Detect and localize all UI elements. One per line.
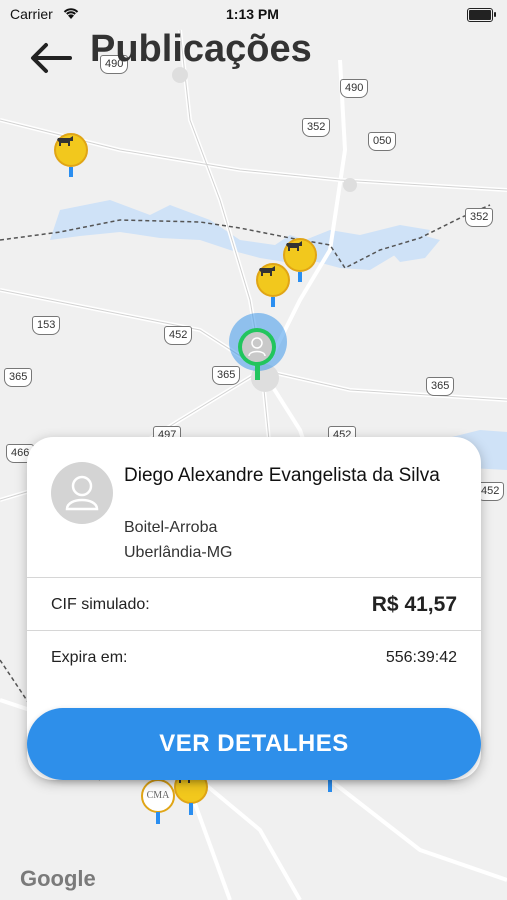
pin-stem [298, 272, 302, 282]
pin-stem [271, 297, 275, 307]
google-attribution: Google [20, 866, 96, 891]
avatar [51, 462, 113, 524]
user-avatar-icon [242, 332, 272, 362]
selected-user-pin[interactable] [238, 328, 276, 366]
pin-stem [255, 364, 260, 380]
view-details-button[interactable]: VER DETALHES [27, 708, 481, 780]
publication-location: Uberlândia-MG [124, 544, 233, 561]
cow-icon [286, 241, 302, 251]
road-shield: 365 [426, 377, 455, 396]
cow-icon [57, 136, 73, 146]
expire-label: Expira em: [51, 649, 128, 666]
pin-stem [189, 803, 193, 815]
cma-pin[interactable]: CMA [141, 779, 175, 813]
expire-value: 556:39:42 [385, 649, 457, 666]
cattle-pin[interactable] [54, 133, 88, 167]
cif-label: CIF simulado: [51, 596, 150, 613]
battery-icon [467, 8, 496, 22]
pin-stem [328, 778, 332, 792]
wifi-icon [63, 8, 79, 19]
cow-icon [259, 266, 275, 276]
cattle-pin[interactable] [283, 238, 317, 272]
status-time: 1:13 PM [226, 6, 279, 22]
seller-name: Diego Alexandre Evangelista da Silva [124, 465, 440, 486]
cif-value: R$ 41,57 [371, 593, 457, 616]
road-shield: 352 [302, 118, 331, 137]
road-shield: 365 [212, 366, 241, 385]
publication-category: Boitel-Arroba [124, 519, 218, 536]
pin-stem [69, 167, 73, 177]
road-shield: 153 [32, 316, 61, 335]
status-bar: Carrier 1:13 PM [0, 0, 507, 28]
back-arrow-icon[interactable] [28, 40, 74, 76]
road-shield: 452 [164, 326, 193, 345]
carrier-label: Carrier [10, 6, 53, 22]
road-shield: 352 [465, 208, 494, 227]
app-header: Publicações [0, 28, 507, 88]
pin-stem [156, 812, 160, 824]
road-shield: 365 [4, 368, 33, 387]
user-avatar-icon [65, 475, 99, 511]
divider [27, 630, 481, 631]
cattle-pin[interactable] [256, 263, 290, 297]
road-shield: 050 [368, 132, 397, 151]
divider [27, 577, 481, 578]
page-title: Publicações [90, 28, 312, 70]
